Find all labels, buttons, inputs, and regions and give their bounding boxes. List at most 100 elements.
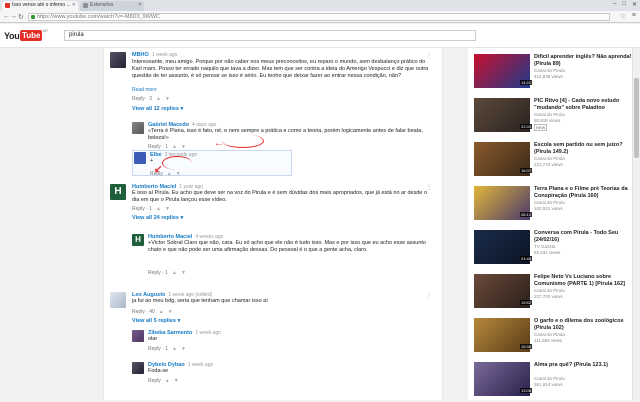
maximize-icon[interactable]: □ <box>622 1 626 8</box>
tab-youtube[interactable]: Isso vence até o inferno ... ✕ <box>2 1 78 11</box>
read-more-link[interactable]: Read more <box>132 87 432 93</box>
video-duration: 15:36 <box>520 344 533 349</box>
avatar[interactable] <box>132 330 144 342</box>
window-controls: – □ ✕ <box>613 1 637 8</box>
comment-author[interactable]: MBHO <box>132 52 149 58</box>
back-arrow-icon[interactable]: ← <box>3 13 10 20</box>
view-count: 222,743 views <box>534 162 563 167</box>
comment-text: olar <box>148 336 158 342</box>
close-window-icon[interactable]: ✕ <box>632 1 637 8</box>
related-video-item[interactable]: 19:52 Felipe Neto Vs Luciano sobre Comuni… <box>474 274 634 314</box>
reply-button[interactable]: Reply · 1 <box>132 206 152 212</box>
video-title[interactable]: O garfo e o dilema dos zoológicos (Pirul… <box>534 318 634 331</box>
video-title[interactable]: Terra Plana e o Filme pré Teorias da Con… <box>534 186 634 199</box>
related-video-item[interactable]: 14:21 Difícil aprender inglês? Não aprend… <box>474 54 634 94</box>
more-options-icon[interactable]: ⋮ <box>426 52 432 59</box>
related-video-item[interactable]: 24:48 Conversa com Pirula - Todo Seu (24/… <box>474 230 634 270</box>
channel-name[interactable]: Canal do Pirula <box>534 376 565 381</box>
thumbs-down-icon[interactable]: ▼ <box>168 309 173 315</box>
browser-menu-icon[interactable]: ≡ <box>632 12 636 19</box>
channel-name[interactable]: Canal do Pirula <box>534 112 565 117</box>
video-title[interactable]: Felipe Neto Vs Luciano sobre Comunismo (… <box>534 274 634 287</box>
reload-icon[interactable]: ↻ <box>18 13 24 21</box>
close-tab-icon[interactable]: ✕ <box>138 2 142 8</box>
video-title[interactable]: Difícil aprender inglês? Não aprenda! (P… <box>534 54 634 67</box>
close-tab-icon[interactable]: ✕ <box>72 2 76 8</box>
related-videos-sidebar: 14:21 Difícil aprender inglês? Não aprend… <box>468 48 640 400</box>
video-title[interactable]: PIC Ritvo [4] - Cada novo estudo "mudand… <box>534 98 634 111</box>
thumbs-up-icon[interactable]: ▲ <box>156 96 161 102</box>
page-scrollbar[interactable] <box>632 48 640 400</box>
view-count: 162,931 views <box>534 206 563 211</box>
avatar[interactable] <box>132 362 144 374</box>
channel-name[interactable]: Canal do Pirula <box>534 288 565 293</box>
video-title[interactable]: Conversa com Pirula - Todo Seu (24/02/16… <box>534 230 634 243</box>
comment-timestamp[interactable]: 1 week ago <box>195 330 221 336</box>
scrollbar-thumb[interactable] <box>634 78 639 158</box>
avatar[interactable]: H <box>132 234 144 246</box>
comment-text: ja fui ao meu bdg, seria que tenham que … <box>132 298 268 304</box>
channel-name[interactable]: TV Gazeta <box>534 244 556 249</box>
reply-button[interactable]: Reply · 40 <box>132 309 155 315</box>
comment-timestamp[interactable]: 1 week ago <box>188 362 214 368</box>
avatar[interactable] <box>134 152 146 164</box>
channel-name[interactable]: Canal do Pirula <box>534 332 565 337</box>
related-video-item[interactable]: 28:14 Terra Plana e o Filme pré Teorias d… <box>474 186 634 226</box>
view-replies-link[interactable]: View all 24 replies ▾ <box>132 215 432 221</box>
view-count: 227,700 views <box>534 294 563 299</box>
comment-text: +Victor Sobral Claro que não, cara. Eu s… <box>148 240 426 253</box>
video-duration: 13:08 <box>520 388 533 393</box>
related-video-item[interactable]: 22:03 PIC Ritvo [4] - Cada novo estudo "m… <box>474 98 634 138</box>
view-replies-link[interactable]: View all 5 replies ▾ <box>132 318 432 324</box>
more-options-icon[interactable]: ⋮ <box>426 184 432 191</box>
thumbs-down-icon[interactable]: ▼ <box>181 346 186 352</box>
avatar[interactable]: H <box>110 184 126 200</box>
tab-label: Isso vence até o inferno ... <box>12 2 71 8</box>
channel-name[interactable]: Canal do Pirula <box>534 68 565 73</box>
address-bar-row: ← → ↻ https://www.youtube.com/watch?v=-M… <box>0 11 640 23</box>
thumbs-down-icon[interactable]: ▼ <box>176 171 181 177</box>
logo-tube-text: Tube <box>20 30 42 41</box>
url-input[interactable]: https://www.youtube.com/watch?v=-M8D3_9W… <box>28 13 610 21</box>
thumbs-down-icon[interactable]: ▼ <box>174 378 179 384</box>
view-replies-link[interactable]: View all 12 replies ▾ <box>132 106 432 112</box>
red-annotation-arrowhead-icon: ← <box>214 138 224 149</box>
avatar[interactable] <box>132 122 144 134</box>
related-video-item[interactable]: 16:07 Escola sem partido ou sem juízo? (P… <box>474 142 634 182</box>
reply-button[interactable]: Reply · 3 <box>132 96 152 102</box>
avatar[interactable] <box>110 292 126 308</box>
video-duration: 28:14 <box>520 212 533 217</box>
thumbs-up-icon[interactable]: ▲ <box>156 206 161 212</box>
thumbs-up-icon[interactable]: ▲ <box>159 309 164 315</box>
lock-icon <box>31 15 35 19</box>
thumbs-down-icon[interactable]: ▼ <box>165 96 170 102</box>
thumbs-down-icon[interactable]: ▼ <box>165 206 170 212</box>
reply-button[interactable]: Reply <box>148 378 161 384</box>
tab-extensions[interactable]: Extensões ✕ <box>80 1 144 11</box>
channel-name[interactable]: Canal do Pirula <box>534 156 565 161</box>
channel-name[interactable]: Canal do Pirula <box>534 200 565 205</box>
thumbs-down-icon[interactable]: ▼ <box>181 270 186 276</box>
youtube-logo[interactable]: You Tube BR <box>4 29 48 42</box>
comment-text: Interessante, meu amigo. Porque por não … <box>132 59 429 79</box>
related-video-item[interactable]: 13:08 Alma pra quê? (Pirula 123.1) Canal d… <box>474 362 634 402</box>
search-input[interactable]: pirula <box>64 30 476 41</box>
thumbs-up-icon[interactable]: ▲ <box>172 346 177 352</box>
video-title[interactable]: Alma pra quê? (Pirula 123.1) <box>534 362 634 369</box>
video-duration: 14:21 <box>520 80 533 85</box>
related-video-item[interactable]: 15:36 O garfo e o dilema dos zoológicos (… <box>474 318 634 358</box>
reply-button[interactable]: Reply · 1 <box>148 270 168 276</box>
red-annotation-arrowhead-icon: ↙ <box>154 164 163 175</box>
reply-button[interactable]: Reply · 1 <box>148 346 168 352</box>
thumbs-up-icon[interactable]: ▲ <box>172 270 177 276</box>
more-options-icon[interactable]: ⋮ <box>426 292 432 299</box>
bookmark-star-icon[interactable]: ☆ <box>620 12 626 20</box>
youtube-favicon-icon <box>5 3 10 8</box>
video-title[interactable]: Escola sem partido ou sem juízo? (Pirula… <box>534 142 634 155</box>
minimize-icon[interactable]: – <box>613 1 616 8</box>
avatar[interactable] <box>110 52 126 68</box>
thumbs-up-icon[interactable]: ▲ <box>167 171 172 177</box>
forward-arrow-icon[interactable]: → <box>10 13 17 20</box>
comment-timestamp[interactable]: 1 week ago <box>152 52 178 58</box>
thumbs-up-icon[interactable]: ▲ <box>165 378 170 384</box>
